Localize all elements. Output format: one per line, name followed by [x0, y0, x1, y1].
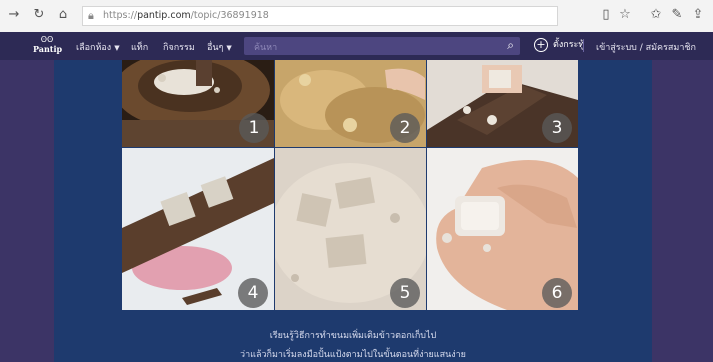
- refresh-icon[interactable]: ↻: [31, 7, 47, 23]
- menu-tag[interactable]: แท็ก: [131, 40, 148, 54]
- step-number-badge: 6: [542, 278, 572, 308]
- menu-activity[interactable]: กิจกรรม: [163, 40, 195, 54]
- step-number-badge: 5: [390, 278, 420, 308]
- chevron-down-icon: ▼: [114, 44, 120, 52]
- forward-arrow-icon[interactable]: →: [6, 7, 22, 23]
- step-photo-6: 6: [427, 148, 578, 310]
- login-register-link[interactable]: เข้าสู่ระบบ / สมัครสมาชิก: [596, 40, 696, 54]
- lock-icon: 🔒︎: [88, 9, 94, 22]
- step-number-badge: 1: [239, 113, 269, 143]
- address-bar[interactable]: 🔒︎ https://pantip.com/topic/36891918: [82, 6, 558, 26]
- menu-rooms[interactable]: เลือกห้อง ▼: [76, 40, 120, 54]
- step-photo-3: 3: [427, 60, 578, 147]
- url-text: https://pantip.com/topic/36891918: [103, 10, 269, 21]
- site-navbar: ʘʘ Pantip เลือกห้อง ▼ แท็ก กิจกรรม อื่นๆ ▼…: [0, 32, 713, 60]
- chevron-down-icon: ▼: [226, 44, 232, 52]
- step-photo-1: 1: [122, 60, 274, 147]
- search-input[interactable]: ค้นหา ⌕: [244, 37, 520, 55]
- search-icon[interactable]: ⌕: [507, 38, 514, 53]
- nav-divider: [583, 40, 584, 52]
- favorite-star-icon[interactable]: ☆: [617, 7, 633, 23]
- menu-more[interactable]: อื่นๆ ▼: [207, 40, 232, 54]
- step-number-badge: 3: [542, 113, 572, 143]
- logo-eyes-icon: ʘʘ: [40, 35, 54, 44]
- favorites-list-icon[interactable]: ✩: [648, 7, 664, 23]
- browser-toolbar: → ↻ ⌂ 🔒︎ https://pantip.com/topic/368919…: [0, 0, 713, 33]
- home-icon[interactable]: ⌂: [55, 7, 71, 23]
- post-content: 1 2 3 4 5 6 เรียนรู้วิธีการทำขนมเพิ่มเติ…: [54, 60, 652, 362]
- reading-view-icon[interactable]: ▯: [598, 7, 614, 23]
- caption-line-2: ว่าแล้วก็มาเริ่มลงมือปั้นแป้งตามไปในขั้น…: [240, 350, 466, 360]
- pantip-logo[interactable]: ʘʘ Pantip: [33, 35, 63, 57]
- step-photo-4: 4: [122, 148, 274, 310]
- search-placeholder: ค้นหา: [254, 43, 278, 53]
- caption-line-1: เรียนรู้วิธีการทำขนมเพิ่มเติมข้าวตอกเก็บ…: [269, 331, 437, 341]
- share-icon[interactable]: ⇪: [690, 7, 706, 23]
- pen-icon[interactable]: ✎: [669, 7, 685, 23]
- step-photo-collage: 1 2 3 4 5 6: [122, 60, 578, 310]
- step-photo-5: 5: [275, 148, 426, 310]
- step-number-badge: 2: [390, 113, 420, 143]
- plus-circle-icon: +: [534, 37, 548, 52]
- logo-text: Pantip: [33, 44, 63, 54]
- step-number-badge: 4: [238, 278, 268, 308]
- new-topic-button[interactable]: + ตั้งกระทู้: [534, 37, 584, 55]
- step-photo-2: 2: [275, 60, 426, 147]
